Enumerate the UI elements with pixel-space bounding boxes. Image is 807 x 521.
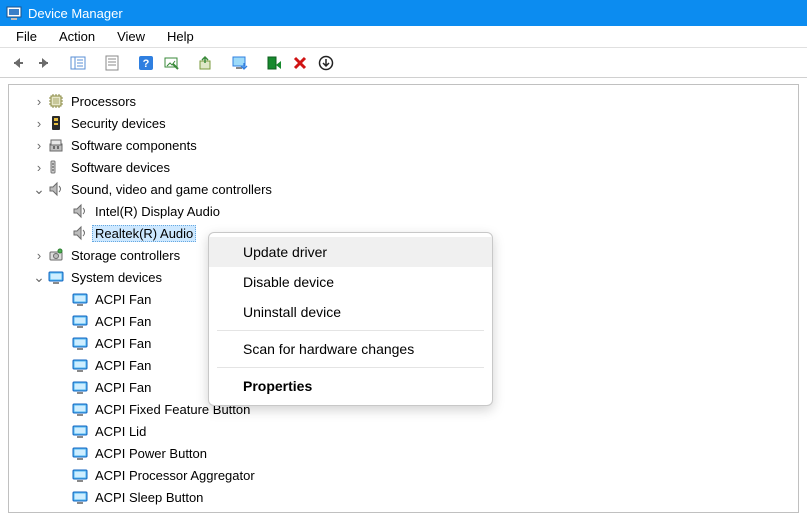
circle-down-icon bbox=[318, 55, 334, 71]
tree-item-label: Security devices bbox=[68, 115, 169, 132]
tree-panel: › Processors › Security devices › Software co… bbox=[0, 78, 807, 521]
tree-item-label: ACPI Fan bbox=[92, 313, 154, 330]
context-menu-separator bbox=[217, 330, 484, 331]
swdev-icon bbox=[48, 159, 64, 175]
tree-item-label: ACPI Lid bbox=[92, 423, 149, 440]
show-hide-tree-button[interactable] bbox=[66, 51, 90, 75]
toolbar: ? bbox=[0, 48, 807, 78]
sysdev-icon bbox=[72, 379, 88, 395]
tree-item-label: ACPI Power Button bbox=[92, 445, 210, 462]
sysdev-icon bbox=[72, 313, 88, 329]
window-title: Device Manager bbox=[28, 6, 123, 21]
tree-item[interactable]: ACPI Lid bbox=[12, 420, 797, 442]
menu-help[interactable]: Help bbox=[157, 27, 204, 46]
properties-button[interactable] bbox=[100, 51, 124, 75]
sysdev-icon bbox=[72, 423, 88, 439]
collapse-icon[interactable]: ⌄ bbox=[32, 272, 46, 282]
tree-item[interactable]: › Software components bbox=[12, 134, 797, 156]
app-icon bbox=[6, 5, 22, 21]
expand-icon[interactable]: › bbox=[32, 160, 46, 175]
arrow-left-icon bbox=[10, 55, 26, 71]
tree-item-label: Realtek(R) Audio bbox=[92, 225, 196, 242]
tree-pane-icon bbox=[70, 55, 86, 71]
menu-action[interactable]: Action bbox=[49, 27, 105, 46]
tree-item-label: ACPI Sleep Button bbox=[92, 489, 206, 506]
speaker-icon bbox=[48, 181, 64, 197]
tree-item-label: Software components bbox=[68, 137, 200, 154]
help-icon: ? bbox=[138, 55, 154, 71]
context-menu-item[interactable]: Uninstall device bbox=[209, 297, 492, 327]
device-enable-icon bbox=[266, 55, 282, 71]
scan-hardware-button[interactable] bbox=[160, 51, 184, 75]
tree-item[interactable]: › Processors bbox=[12, 90, 797, 112]
context-menu-item[interactable]: Disable device bbox=[209, 267, 492, 297]
storage-icon bbox=[48, 247, 64, 263]
tree-item[interactable]: ⌄ Sound, video and game controllers bbox=[12, 178, 797, 200]
update-driver-button[interactable] bbox=[194, 51, 218, 75]
tree-item[interactable]: ACPI Power Button bbox=[12, 442, 797, 464]
svg-text:?: ? bbox=[143, 58, 150, 70]
context-menu-item[interactable]: Update driver bbox=[209, 237, 492, 267]
tree-item-label: Intel(R) Display Audio bbox=[92, 203, 223, 220]
tree-item-label: Storage controllers bbox=[68, 247, 183, 264]
context-menu[interactable]: Update driverDisable deviceUninstall dev… bbox=[208, 232, 493, 406]
sysdev-icon bbox=[72, 467, 88, 483]
tree-item-label: Software devices bbox=[68, 159, 173, 176]
enable-device-button[interactable] bbox=[262, 51, 286, 75]
tree-item-label: System devices bbox=[68, 269, 165, 286]
menu-bar: File Action View Help bbox=[0, 26, 807, 48]
uninstall-device-button[interactable] bbox=[288, 51, 312, 75]
sysdev-icon bbox=[72, 291, 88, 307]
tree-item[interactable]: Intel(R) Display Audio bbox=[12, 200, 797, 222]
arrow-right-icon bbox=[36, 55, 52, 71]
tree-item[interactable]: › Security devices bbox=[12, 112, 797, 134]
tree-item-label: Sound, video and game controllers bbox=[68, 181, 275, 198]
collapse-icon[interactable]: ⌄ bbox=[32, 184, 46, 194]
tree-item-label: ACPI Fan bbox=[92, 379, 154, 396]
delete-x-icon bbox=[292, 55, 308, 71]
cpu-icon bbox=[48, 93, 64, 109]
help-button[interactable]: ? bbox=[134, 51, 158, 75]
tree-item-label: ACPI Fan bbox=[92, 291, 154, 308]
sysdev-icon bbox=[48, 269, 64, 285]
tree-item[interactable]: ACPI Sleep Button bbox=[12, 486, 797, 508]
update-driver-icon bbox=[198, 55, 214, 71]
speaker-icon bbox=[72, 225, 88, 241]
add-legacy-hardware-button[interactable] bbox=[314, 51, 338, 75]
expand-icon[interactable]: › bbox=[32, 116, 46, 131]
sysdev-icon bbox=[72, 489, 88, 505]
swcomp-icon bbox=[48, 137, 64, 153]
sec-icon bbox=[48, 115, 64, 131]
tree-item-label: ACPI Fan bbox=[92, 357, 154, 374]
sysdev-icon bbox=[72, 357, 88, 373]
scan-icon bbox=[164, 55, 180, 71]
title-bar: Device Manager bbox=[0, 0, 807, 26]
tree-item-label: ACPI Processor Aggregator bbox=[92, 467, 258, 484]
tree-item[interactable]: › Software devices bbox=[12, 156, 797, 178]
monitor-down-icon bbox=[232, 55, 248, 71]
back-button[interactable] bbox=[6, 51, 30, 75]
speaker-icon bbox=[72, 203, 88, 219]
expand-icon[interactable]: › bbox=[32, 138, 46, 153]
expand-icon[interactable]: › bbox=[32, 94, 46, 109]
sysdev-icon bbox=[72, 445, 88, 461]
sysdev-icon bbox=[72, 401, 88, 417]
tree-item-label: Processors bbox=[68, 93, 139, 110]
disable-device-button[interactable] bbox=[228, 51, 252, 75]
menu-view[interactable]: View bbox=[107, 27, 155, 46]
tree-item[interactable]: ACPI Processor Aggregator bbox=[12, 464, 797, 486]
properties-icon bbox=[104, 55, 120, 71]
context-menu-separator bbox=[217, 367, 484, 368]
menu-file[interactable]: File bbox=[6, 27, 47, 46]
context-menu-item[interactable]: Properties bbox=[209, 371, 492, 401]
tree-item-label: ACPI Fan bbox=[92, 335, 154, 352]
expand-icon[interactable]: › bbox=[32, 248, 46, 263]
sysdev-icon bbox=[72, 335, 88, 351]
context-menu-item[interactable]: Scan for hardware changes bbox=[209, 334, 492, 364]
forward-button[interactable] bbox=[32, 51, 56, 75]
